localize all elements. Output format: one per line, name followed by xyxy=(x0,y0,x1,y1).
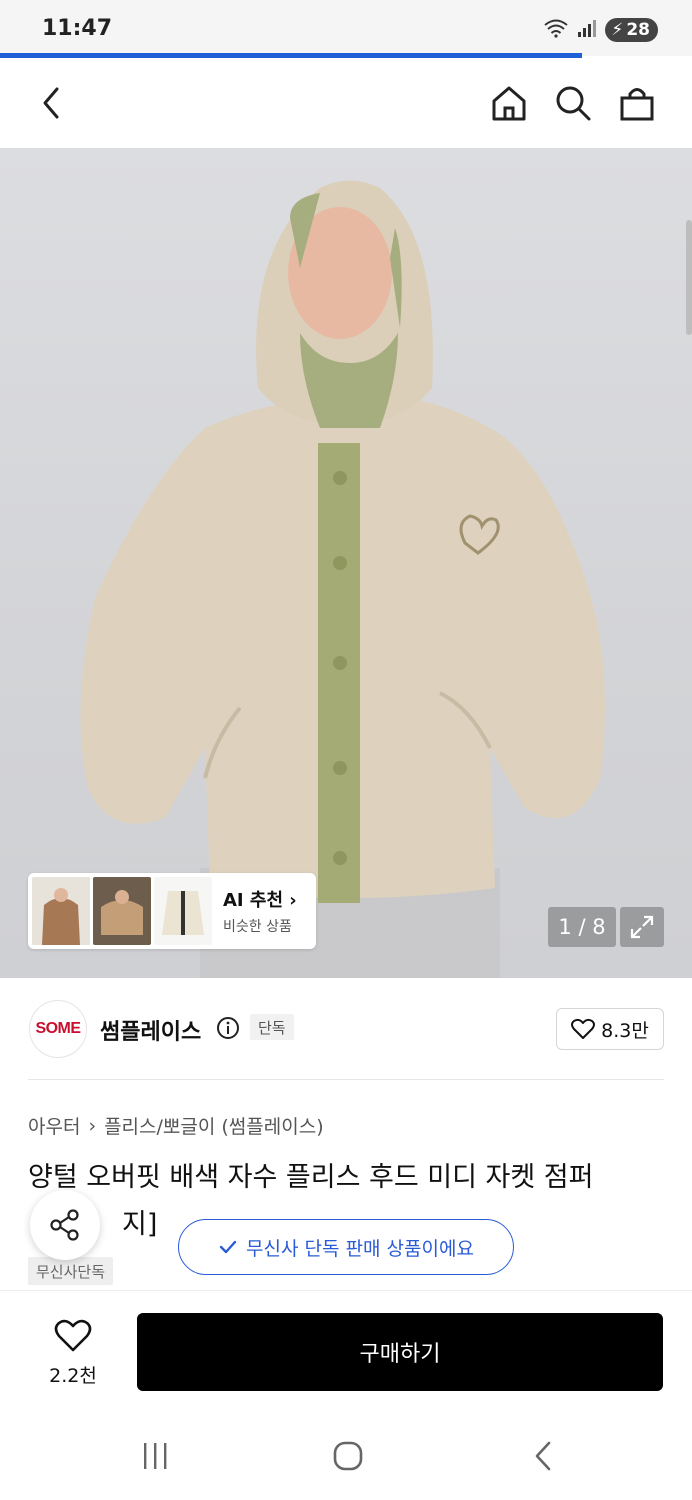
battery-indicator: ⚡ 28 xyxy=(605,18,658,42)
heart-icon xyxy=(571,1018,596,1039)
brand-like-count: 8.3만 xyxy=(601,1019,649,1042)
expand-image-button[interactable] xyxy=(620,907,664,947)
wishlist-count: 2.2천 xyxy=(49,1365,97,1387)
bolt-icon: ⚡ xyxy=(611,20,624,40)
scroll-indicator xyxy=(686,220,692,335)
brand-exclusive-tag: 단독 xyxy=(250,1014,294,1040)
brand-logo[interactable]: SOME xyxy=(29,1000,87,1058)
wishlist-button[interactable]: 2.2천 xyxy=(38,1319,108,1389)
ai-recommend-card[interactable]: AI 추천 › 비슷한 상품 xyxy=(28,873,316,949)
ai-recommend-text: AI 추천 › 비슷한 상품 xyxy=(223,886,297,936)
back-system-button[interactable] xyxy=(528,1438,558,1474)
search-icon xyxy=(556,86,591,121)
back-button[interactable] xyxy=(28,80,74,126)
thumb-image xyxy=(32,877,90,945)
check-icon xyxy=(219,1240,237,1254)
brand-name[interactable]: 썸플레이스 xyxy=(100,1014,201,1046)
shopping-bag-icon xyxy=(620,88,654,121)
back-arrow-icon xyxy=(43,87,59,119)
heart-icon xyxy=(54,1319,92,1352)
share-icon xyxy=(50,1209,79,1241)
ai-recommend-subtitle: 비슷한 상품 xyxy=(223,919,292,935)
status-time: 11:47 xyxy=(42,16,113,41)
back-chevron-icon xyxy=(535,1441,551,1471)
product-title: 양털 오버핏 배색 자수 플리스 후드 미디 자켓 점퍼 xyxy=(28,1162,594,1193)
search-button[interactable] xyxy=(550,80,596,126)
exclusive-toast: 무신사 단독 판매 상품이에요 xyxy=(178,1219,514,1275)
breadcrumb-subcategory[interactable]: 플리스/뽀글이 (썸플레이스) xyxy=(104,1112,324,1139)
musinsa-exclusive-tag: 무신사단독 xyxy=(28,1257,114,1285)
home-button[interactable] xyxy=(486,80,532,126)
purchase-bar: 2.2천 구매하기 xyxy=(0,1290,692,1411)
ai-recommend-title: AI 추천 xyxy=(223,890,284,911)
divider xyxy=(28,1079,664,1080)
wifi-icon xyxy=(543,18,569,42)
home-icon xyxy=(492,86,526,121)
recommend-thumb-2[interactable] xyxy=(93,877,151,945)
share-button[interactable] xyxy=(30,1190,100,1260)
cart-button[interactable] xyxy=(614,80,660,126)
expand-icon xyxy=(630,915,654,939)
system-nav-bar xyxy=(0,1410,692,1500)
image-counter: 1 / 8 xyxy=(548,907,616,947)
brand-row: SOME 썸플레이스 단독 8.3만 xyxy=(0,980,692,1080)
thumb-image xyxy=(93,877,151,945)
product-title-continued: 지] xyxy=(122,1209,158,1240)
info-icon[interactable] xyxy=(216,1016,240,1044)
chevron-right-icon: › xyxy=(289,890,297,911)
status-icons: ⚡ 28 xyxy=(543,18,658,42)
product-image-gallery[interactable] xyxy=(0,148,692,978)
top-nav xyxy=(0,58,692,148)
brand-like-button[interactable]: 8.3만 xyxy=(556,1008,664,1050)
product-photo xyxy=(80,180,606,978)
brand-logo-text: SOME xyxy=(35,1020,81,1037)
breadcrumb-category[interactable]: 아우터 xyxy=(28,1112,80,1139)
breadcrumb: 아우터 › 플리스/뽀글이 (썸플레이스) xyxy=(28,1112,324,1139)
recent-apps-icon xyxy=(144,1443,167,1469)
recent-apps-button[interactable] xyxy=(138,1438,172,1474)
battery-level: 28 xyxy=(626,20,650,40)
recommend-thumb-3[interactable] xyxy=(154,877,212,945)
signal-icon xyxy=(577,19,597,41)
exclusive-toast-text: 무신사 단독 판매 상품이에요 xyxy=(246,1237,474,1260)
chevron-right-icon: › xyxy=(88,1114,97,1137)
thumb-image xyxy=(154,877,212,945)
home-system-button[interactable] xyxy=(330,1438,366,1474)
recommend-thumb-1[interactable] xyxy=(32,877,90,945)
buy-button[interactable]: 구매하기 xyxy=(137,1313,663,1391)
home-circle-icon xyxy=(333,1441,363,1471)
status-bar: 11:47 ⚡ 28 xyxy=(0,0,692,58)
